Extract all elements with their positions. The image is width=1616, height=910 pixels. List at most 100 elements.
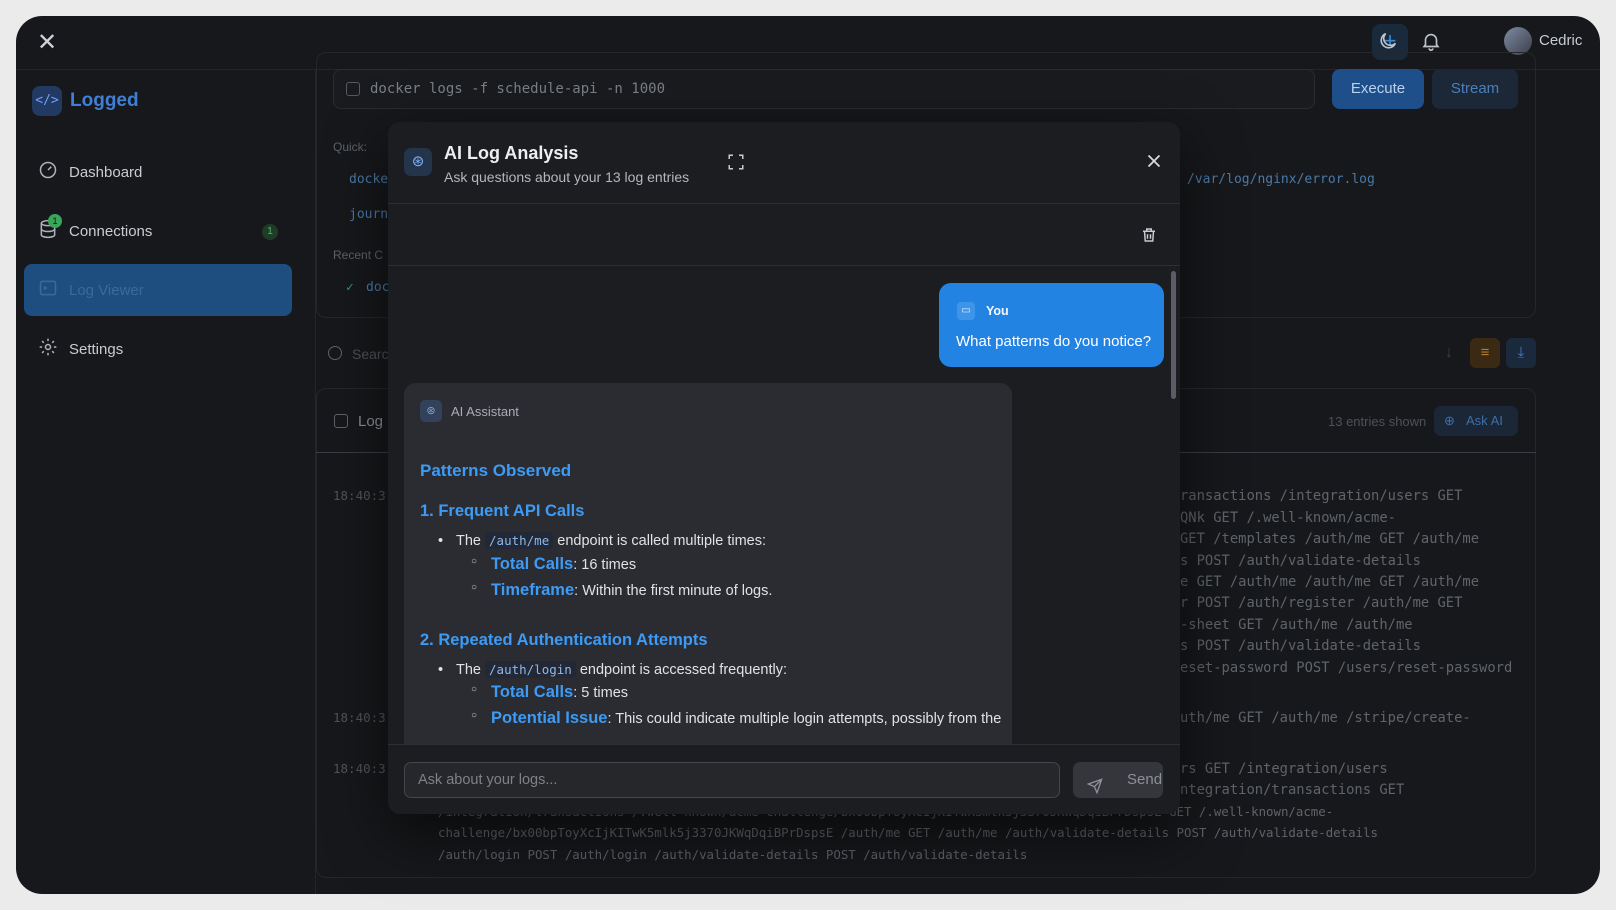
brain-icon: ⊛: [404, 148, 432, 176]
sidebar-item-settings[interactable]: Settings: [24, 323, 292, 375]
user-message: ▭ You What patterns do you notice?: [939, 283, 1164, 367]
check-icon: ✓: [346, 280, 354, 295]
section-title: 2. Repeated Authentication Attempts: [420, 631, 708, 649]
ai-analysis-modal: ⊛ AI Log Analysis Ask questions about yo…: [388, 122, 1180, 814]
modal-header: ⊛ AI Log Analysis Ask questions about yo…: [388, 122, 1180, 204]
execute-button[interactable]: Execute: [1332, 69, 1424, 109]
expand-icon[interactable]: [727, 153, 745, 171]
command-input[interactable]: docker logs -f schedule-api -n 1000: [333, 69, 1315, 109]
label: Total Calls: [491, 683, 574, 701]
sidebar-item-connections[interactable]: 1 Connections 1: [24, 205, 292, 257]
avatar[interactable]: [1504, 27, 1532, 55]
ai-message: ⊛ AI Assistant Patterns Observed 1. Freq…: [404, 383, 1012, 744]
list-item: Timeframe: Within the first minute of lo…: [471, 581, 773, 600]
download-icon[interactable]: ⤓: [1506, 338, 1536, 368]
ask-input[interactable]: [404, 762, 1060, 798]
log-line: ntegration/transactions GET: [1180, 782, 1405, 798]
wrap-lines-icon[interactable]: ≡: [1470, 338, 1500, 368]
list-item: The /auth/login endpoint is accessed fre…: [438, 661, 787, 678]
log-line: eset-password POST /users/reset-password: [1180, 660, 1513, 676]
user-label: You: [986, 304, 1009, 318]
modal-toolbar: [388, 204, 1180, 266]
stream-button[interactable]: Stream: [1432, 69, 1518, 109]
sidebar-item-dashboard[interactable]: Dashboard: [24, 146, 292, 198]
trash-icon[interactable]: [1140, 226, 1158, 244]
log-line: /auth/login POST /auth/login /auth/valid…: [438, 847, 1028, 862]
user-message-text: What patterns do you notice?: [956, 333, 1152, 350]
log-line: e GET /auth/me /auth/me GET /auth/me: [1180, 574, 1480, 590]
log-line: ransactions /integration/users GET: [1180, 488, 1463, 504]
list-item: The /auth/me endpoint is called multiple…: [438, 532, 767, 549]
scroll-down-icon[interactable]: ↓: [1434, 338, 1464, 368]
log-line: QNk GET /.well-known/acme-: [1180, 510, 1396, 526]
sidebar-item-label: Dashboard: [69, 164, 143, 181]
log-line: GET /templates /auth/me GET /auth/me: [1180, 531, 1480, 547]
search-placeholder: Searc: [352, 346, 389, 362]
section-title: 1. Frequent API Calls: [420, 502, 585, 520]
quick-label: Quick:: [333, 140, 368, 154]
sidebar-item-log-viewer[interactable]: Log Viewer: [24, 264, 292, 316]
text: : Within the first minute of logs.: [574, 583, 773, 599]
log-line: r POST /auth/register /auth/me GET: [1180, 595, 1463, 611]
quick-command[interactable]: /var/log/nginx/error.log: [1187, 172, 1375, 187]
modal-subtitle: Ask questions about your 13 log entries: [444, 169, 690, 185]
text: The: [456, 533, 486, 549]
terminal-icon: [38, 278, 58, 298]
search-icon: [328, 346, 342, 360]
quick-command[interactable]: docke: [349, 172, 388, 187]
ask-ai-label: Ask AI: [1466, 413, 1503, 428]
sidebar-item-label: Log Viewer: [69, 282, 144, 299]
sidebar: </> Logged Dashboard 1 Connections 1 Log…: [16, 70, 316, 894]
log-line: rs GET /integration/users: [1180, 761, 1388, 777]
ai-label: AI Assistant: [451, 404, 519, 419]
chat-icon: ▭: [957, 302, 975, 320]
label: Total Calls: [491, 555, 574, 573]
modal-title: AI Log Analysis: [444, 143, 579, 163]
log-line: s POST /auth/validate-details: [1180, 553, 1421, 569]
entries-count: 13 entries shown: [1328, 414, 1427, 429]
recent-command[interactable]: doc: [366, 280, 389, 295]
dashboard-icon: [38, 160, 58, 180]
recent-label: Recent C: [333, 248, 384, 262]
sidebar-item-label: Connections: [69, 223, 153, 240]
user-name[interactable]: Cedric: [1539, 32, 1582, 49]
text: : 5 times: [573, 685, 629, 701]
brain-icon: ⊛: [420, 400, 442, 422]
log-timestamp: 18:40:3: [333, 488, 386, 503]
label: Timeframe: [491, 581, 575, 599]
moon-icon[interactable]: [1377, 30, 1401, 54]
response-heading: Patterns Observed: [420, 461, 572, 480]
label: Potential Issue: [491, 709, 608, 727]
notification-badge: 1: [48, 214, 62, 228]
log-line: -sheet GET /auth/me /auth/me: [1180, 617, 1413, 633]
code-icon: </>: [32, 86, 62, 116]
log-timestamp: 18:40:3: [333, 761, 386, 776]
gear-icon: [38, 337, 58, 357]
send-button[interactable]: Send: [1073, 762, 1163, 798]
list-item: Potential Issue: This could indicate mul…: [471, 709, 1002, 728]
log-panel-title: Log: [358, 413, 384, 430]
close-icon[interactable]: [1143, 150, 1167, 174]
send-icon: [1086, 772, 1103, 795]
send-label: Send: [1127, 771, 1163, 788]
command-value: docker logs -f schedule-api -n 1000: [370, 81, 666, 97]
count-badge: 1: [262, 224, 278, 240]
scrollbar[interactable]: [1171, 271, 1176, 399]
log-line: challenge/bx00bpToyXcIjKITwK5mlk5j3370JK…: [438, 825, 1378, 840]
list-item: Total Calls: 5 times: [471, 683, 629, 702]
brand-name: Logged: [70, 90, 139, 111]
text: endpoint is accessed frequently:: [575, 662, 787, 678]
text: The: [456, 662, 486, 678]
sidebar-item-label: Settings: [69, 341, 124, 358]
chat-area[interactable]: ▭ You What patterns do you notice? ⊛ AI …: [388, 267, 1180, 744]
text: endpoint is called multiple times:: [553, 533, 767, 549]
close-window-icon[interactable]: ✕: [34, 30, 60, 56]
code-inline: /auth/login: [485, 661, 576, 678]
ask-ai-button[interactable]: ⊕ Ask AI: [1434, 406, 1518, 436]
bell-icon[interactable]: [1420, 30, 1444, 54]
text: : This could indicate multiple login att…: [607, 711, 1002, 727]
terminal-icon: [334, 414, 348, 428]
modal-footer: Send: [388, 744, 1180, 814]
code-inline: /auth/me: [485, 532, 554, 549]
text: : 16 times: [573, 557, 637, 573]
